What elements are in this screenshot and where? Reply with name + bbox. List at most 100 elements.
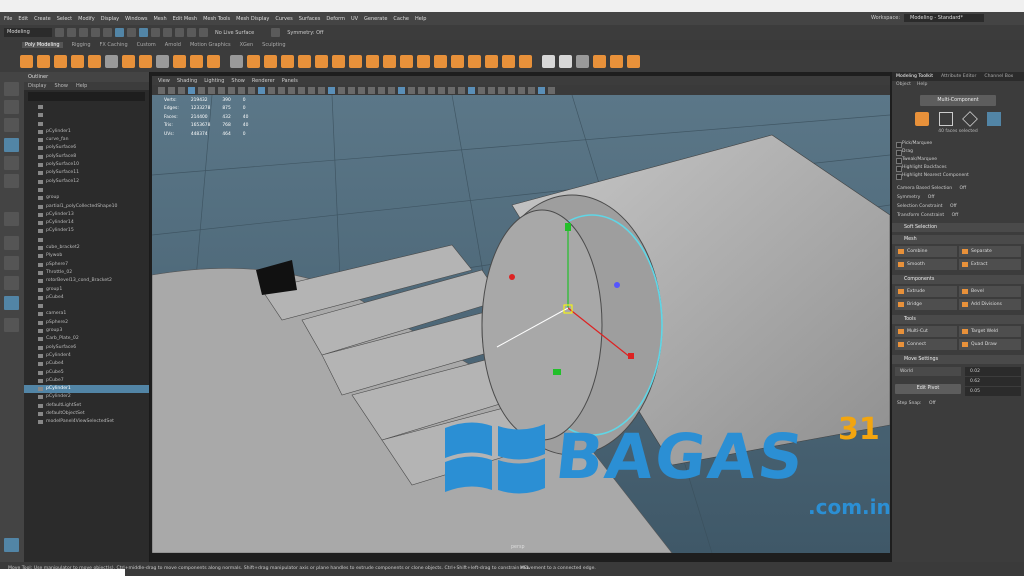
combine-icon[interactable]	[247, 54, 260, 68]
outliner-item[interactable]	[24, 236, 149, 244]
outliner-item[interactable]: modelPanel4ViewSelectedSet	[24, 418, 149, 426]
outliner-item[interactable]: pCube4	[24, 294, 149, 302]
menu-set-dropdown[interactable]: Modeling	[4, 28, 52, 37]
bridge-icon[interactable]	[383, 54, 396, 68]
menu-surfaces[interactable]: Surfaces	[299, 16, 321, 22]
paint-select-icon[interactable]	[4, 118, 19, 132]
viewport-menu-shading[interactable]: Shading	[177, 78, 197, 84]
outliner-item[interactable]: polySurface6	[24, 144, 149, 152]
snap-curve-icon[interactable]	[163, 28, 172, 37]
outliner-item[interactable]: pCube5	[24, 369, 149, 377]
outliner-item[interactable]: partial1_polyCollectedShape10	[24, 203, 149, 211]
viewport-menu-panels[interactable]: Panels	[282, 78, 298, 84]
menu-file[interactable]: File	[4, 16, 12, 22]
outliner-item[interactable]	[24, 111, 149, 119]
outliner-item[interactable]: pCylinder2	[24, 393, 149, 401]
tab-custom[interactable]: Custom	[137, 42, 156, 48]
tab-attribute-editor[interactable]: Attribute Editor	[941, 72, 976, 81]
select-component-icon[interactable]	[139, 28, 148, 37]
separate-icon[interactable]	[264, 54, 277, 68]
outliner-item[interactable]: pCylinder4	[24, 352, 149, 360]
outliner-item[interactable]: rotorBevel13_cond_Bracket2	[24, 277, 149, 285]
connect-button[interactable]: Connect	[895, 339, 957, 350]
viewport-tool-icon[interactable]	[448, 86, 455, 94]
extract-icon[interactable]	[332, 54, 345, 68]
viewport-tool-icon[interactable]	[428, 86, 435, 94]
outliner-item[interactable]: polySurface12	[24, 178, 149, 186]
viewport-tool-icon[interactable]	[178, 86, 185, 94]
poly-cylinder-icon[interactable]	[54, 54, 67, 68]
menu-uv[interactable]: UV	[351, 16, 358, 22]
zoom-icon[interactable]	[4, 318, 19, 332]
quad-draw-button[interactable]: Quad Draw	[959, 339, 1021, 350]
poke-icon[interactable]	[451, 54, 464, 68]
option-drag[interactable]: Drag	[892, 148, 1024, 156]
toolkit-menu-object[interactable]: Object	[896, 81, 911, 89]
viewport-tool-icon[interactable]	[288, 86, 295, 94]
menu-create[interactable]: Create	[34, 16, 51, 22]
smooth-icon[interactable]	[281, 54, 294, 68]
extrude-icon[interactable]	[366, 54, 379, 68]
move-z-field[interactable]: 0.05	[965, 387, 1021, 396]
viewport-menu-view[interactable]: View	[158, 78, 170, 84]
menu-generate[interactable]: Generate	[364, 16, 387, 22]
menu-display[interactable]: Display	[101, 16, 119, 22]
four-view-layout-icon[interactable]	[4, 256, 19, 270]
viewport-menu-show[interactable]: Show	[231, 78, 245, 84]
outliner-item[interactable]: pCylinder14	[24, 219, 149, 227]
viewport-tool-icon[interactable]	[238, 86, 245, 94]
planar-map-icon[interactable]	[610, 54, 623, 68]
components-section-header[interactable]: Components	[892, 275, 1024, 284]
viewport-tool-icon[interactable]	[458, 86, 465, 94]
viewport-tool-icon[interactable]	[248, 86, 255, 94]
combine-button[interactable]: Combine	[895, 246, 957, 257]
symmetry-dropdown[interactable]: Symmetry: Off	[287, 30, 323, 36]
circularize-icon[interactable]	[485, 54, 498, 68]
outliner-item[interactable]	[24, 302, 149, 310]
menu-mesh-display[interactable]: Mesh Display	[236, 16, 269, 22]
menu-help[interactable]: Help	[415, 16, 426, 22]
outliner-item[interactable]: pCylinder1	[24, 128, 149, 136]
outliner-item[interactable]: polySurface8	[24, 153, 149, 161]
option-pick-marquee[interactable]: Pick/Marquee	[892, 140, 1024, 148]
viewport-tool-icon[interactable]	[258, 86, 265, 94]
outliner-item[interactable]: polySurface11	[24, 169, 149, 177]
wedge-icon[interactable]	[434, 54, 447, 68]
fill-hole-icon[interactable]	[349, 54, 362, 68]
quad-draw-icon[interactable]	[576, 54, 589, 68]
viewport-tool-icon[interactable]	[358, 86, 365, 94]
viewport-tool-icon[interactable]	[398, 86, 405, 94]
extract-button[interactable]: Extract	[959, 259, 1021, 270]
poly-sphere-icon[interactable]	[20, 54, 33, 68]
viewport-tool-icon[interactable]	[488, 86, 495, 94]
smooth-button[interactable]: Smooth	[895, 259, 957, 270]
viewport-tool-icon[interactable]	[308, 86, 315, 94]
outliner-item[interactable]: group	[24, 194, 149, 202]
target-weld-icon[interactable]	[542, 54, 555, 68]
outliner-search-input[interactable]	[28, 92, 145, 101]
collapse-icon[interactable]	[502, 54, 515, 68]
save-scene-icon[interactable]	[79, 28, 88, 37]
poly-plane-icon[interactable]	[105, 54, 118, 68]
viewport-tool-icon[interactable]	[188, 86, 195, 94]
menu-curves[interactable]: Curves	[275, 16, 292, 22]
outliner-item[interactable]: pCylinder15	[24, 227, 149, 235]
poly-cone-icon[interactable]	[71, 54, 84, 68]
option-tweak-marquee[interactable]: Tweak/Marquee	[892, 156, 1024, 164]
vertex-mode-icon[interactable]	[939, 112, 953, 126]
tab-modeling-toolkit[interactable]: Modeling Toolkit	[896, 72, 933, 81]
outliner-item[interactable]: polySurface6	[24, 344, 149, 352]
viewport-tool-icon[interactable]	[508, 86, 515, 94]
tab-rigging[interactable]: Rigging	[72, 42, 91, 48]
edit-pivot-button[interactable]: Edit Pivot	[895, 384, 961, 394]
outliner-item[interactable]: Carb_Plate_02	[24, 335, 149, 343]
viewport-tool-icon[interactable]	[218, 86, 225, 94]
tab-motion-graphics[interactable]: Motion Graphics	[190, 42, 231, 48]
viewport-menu-renderer[interactable]: Renderer	[252, 78, 275, 84]
outliner-item[interactable]: Plywob	[24, 252, 149, 260]
poly-torus-icon[interactable]	[88, 54, 101, 68]
step-snap-value[interactable]: Off	[929, 401, 936, 406]
viewport-tool-icon[interactable]	[378, 86, 385, 94]
viewport-tool-icon[interactable]	[168, 86, 175, 94]
transform-constraint-value[interactable]: Off	[952, 213, 959, 218]
